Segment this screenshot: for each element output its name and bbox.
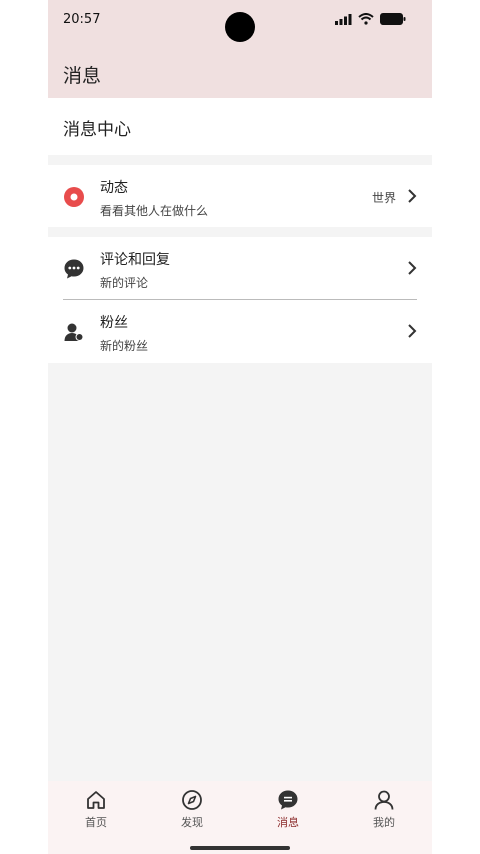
tab-label: 首页 (85, 816, 107, 829)
row-activity[interactable]: 动态 看看其他人在做什么 世界 (48, 165, 432, 227)
top-header: 20:57 消息 (48, 0, 432, 98)
tab-discover[interactable]: 发现 (162, 789, 222, 830)
follower-icon (64, 323, 84, 341)
tab-label: 我的 (373, 816, 395, 829)
tab-home[interactable]: 首页 (66, 789, 126, 830)
row-subtitle: 新的粉丝 (100, 339, 149, 353)
battery-icon (380, 13, 406, 25)
bottom-tab-bar: 首页 发现 消息 我的 (48, 781, 432, 854)
tab-label: 消息 (277, 816, 299, 829)
row-title: 粉丝 (100, 315, 128, 331)
notifications-card: 评论和回复 新的评论 粉丝 新的粉丝 (48, 237, 432, 363)
profile-icon (374, 790, 394, 810)
record-icon (64, 187, 84, 207)
tab-messages[interactable]: 消息 (258, 789, 318, 830)
wifi-icon (358, 13, 374, 25)
comment-icon (64, 259, 84, 279)
message-icon (278, 790, 298, 810)
section-header: 消息中心 (48, 98, 432, 155)
tab-label: 发现 (181, 816, 203, 829)
chevron-right-icon (408, 261, 417, 275)
tab-profile[interactable]: 我的 (354, 789, 414, 830)
status-time: 20:57 (63, 12, 101, 27)
chevron-right-icon (408, 189, 417, 203)
page-title: 消息 (63, 65, 102, 87)
row-subtitle: 看看其他人在做什么 (100, 204, 209, 218)
chevron-right-icon (408, 324, 417, 338)
signal-icon (335, 13, 352, 25)
compass-icon (182, 790, 202, 810)
row-comments[interactable]: 评论和回复 新的评论 (48, 237, 432, 299)
row-followers[interactable]: 粉丝 新的粉丝 (48, 300, 432, 362)
status-icons (335, 13, 406, 25)
home-icon (87, 791, 105, 809)
section-title: 消息中心 (63, 120, 131, 140)
row-title: 动态 (100, 180, 128, 196)
row-extra-label: 世界 (371, 191, 396, 205)
camera-cutout (225, 12, 255, 42)
row-title: 评论和回复 (100, 252, 170, 268)
row-subtitle: 新的评论 (100, 276, 149, 290)
activity-card: 动态 看看其他人在做什么 世界 (48, 165, 432, 227)
home-indicator (190, 846, 290, 850)
app-screen: 20:57 消息 消息中心 动态 看看其他人在做什么 世界 评论和回复 新的评论… (48, 0, 432, 854)
